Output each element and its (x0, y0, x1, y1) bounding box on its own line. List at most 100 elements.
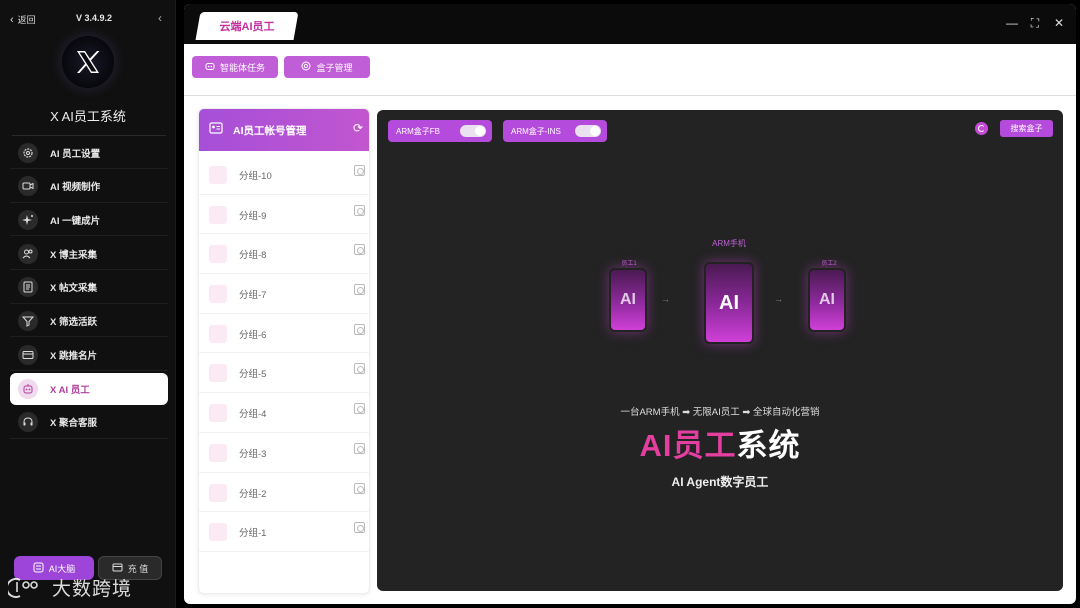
box-toggle-label: ARM盒子FB (396, 126, 440, 136)
group-settings-icon[interactable] (354, 244, 365, 256)
sidebar-item-ai-one-click[interactable]: AI 一键成片 (10, 204, 168, 237)
filter-icon (18, 310, 38, 331)
group-settings-icon[interactable] (354, 442, 365, 454)
divider (12, 135, 166, 136)
group-settings-icon[interactable] (354, 403, 365, 415)
group-settings-icon[interactable] (354, 204, 365, 216)
refresh-icon[interactable]: ⟳ (353, 121, 363, 135)
sidebar-item-label: AI 视频制作 (50, 182, 101, 194)
group-avatar (209, 364, 227, 383)
group-label: 分组-8 (239, 250, 267, 262)
group-settings-icon[interactable] (354, 284, 365, 296)
group-settings-icon[interactable] (354, 165, 365, 176)
group-panel: AI员工帐号管理 ⟳ 分组-10 分组-9 分组-8 分组-7 分组-6 分组-… (198, 108, 370, 594)
list-item[interactable]: 分组-5 (199, 353, 369, 394)
group-avatar (209, 166, 227, 184)
group-avatar (209, 443, 227, 462)
toggle-switch[interactable] (575, 125, 601, 137)
main-window: 云端AI员工 — ⛶ ✕ 智能体任务 盒子管理 AI员工帐号管理 ⟳ 分组-10… (184, 4, 1076, 604)
hero-subtitle: AI Agent数字员工 (671, 475, 769, 489)
phone-ai-text: AI (620, 291, 636, 308)
hero-title: AI员工系统 (377, 420, 1063, 465)
sidebar-item-x-ai-employee[interactable]: X AI 员工 (10, 372, 168, 405)
video-icon (18, 176, 38, 197)
group-label: 分组-9 (239, 210, 267, 222)
box-toggle-fb[interactable]: ARM盒子FB (388, 120, 492, 142)
list-item[interactable]: 分组-4 (199, 393, 369, 433)
box-icon (301, 61, 311, 73)
hero-title-highlight: AI员工 (639, 428, 737, 463)
group-avatar (209, 324, 227, 343)
sidebar-item-customer-service[interactable]: X 聚合客服 (10, 407, 168, 439)
sidebar-item-label: AI 一键成片 (50, 215, 101, 227)
sidebar-item-label: X 帖文采集 (50, 283, 97, 295)
phone-label-right: 员工2 (821, 261, 837, 267)
search-box-button[interactable]: 搜索盒子 (1000, 120, 1053, 137)
phone-ai-text: AI (719, 291, 739, 314)
box-manage-label: 盒子管理 (316, 62, 353, 73)
users-icon (18, 243, 38, 264)
group-settings-icon[interactable] (354, 482, 365, 494)
chevron-left-icon: ‹ (10, 13, 14, 26)
id-card-icon (209, 121, 223, 139)
minimize-icon[interactable]: — (1006, 16, 1018, 31)
headset-icon (18, 412, 38, 432)
robot-icon (205, 61, 215, 73)
list-item[interactable]: 分组-6 (199, 314, 369, 354)
group-avatar (209, 523, 227, 542)
group-settings-icon[interactable] (354, 363, 365, 375)
sidebar-item-label: AI 员工设置 (50, 148, 101, 160)
list-item[interactable]: 分组-10 (199, 155, 369, 195)
phone-right: AI (808, 268, 846, 332)
wallet-icon (112, 562, 123, 575)
toggle-switch[interactable] (460, 125, 486, 137)
group-panel-title: AI员工帐号管理 (233, 124, 307, 137)
group-settings-icon[interactable] (354, 323, 365, 335)
sidebar-menu: AI 员工设置 AI 视频制作 AI 一键成片 X 博主采集 X 帖文采集 X … (10, 137, 168, 440)
phone-ai-text: AI (819, 291, 835, 308)
collapse-sidebar-icon[interactable]: ‹ (158, 11, 162, 25)
sidebar-item-blogger-collect[interactable]: X 博主采集 (10, 238, 168, 271)
list-item[interactable]: 分组-7 (199, 274, 369, 314)
watermark: 大数跨境 (8, 574, 132, 601)
group-avatar (209, 404, 227, 423)
group-label: 分组-4 (239, 409, 267, 421)
close-icon[interactable]: ✕ (1054, 16, 1064, 31)
recharge-label: 充 值 (127, 563, 149, 574)
list-item[interactable]: 分组-2 (199, 473, 369, 513)
box-toggle-ins[interactable]: ARM盒子-INS (503, 120, 607, 142)
tab-cloud-ai-employee[interactable]: 云端AI员工 (198, 12, 296, 40)
box-toggle-label: ARM盒子-INS (511, 126, 561, 136)
group-label: 分组-1 (239, 528, 267, 540)
list-item[interactable]: 分组-3 (199, 433, 369, 473)
phone-label-left: 员工1 (621, 261, 637, 267)
agent-task-button[interactable]: 智能体任务 (192, 56, 278, 78)
phone-left: AI (609, 268, 647, 332)
group-label: 分组-5 (239, 369, 267, 381)
group-avatar (209, 245, 227, 264)
sidebar-item-jump-card[interactable]: X 跳推名片 (10, 339, 168, 372)
box-manage-button[interactable]: 盒子管理 (284, 56, 370, 78)
group-label: 分组-3 (239, 448, 267, 460)
list-item[interactable]: 分组-8 (199, 234, 369, 275)
window-controls: — ⛶ ✕ (1006, 16, 1064, 31)
sidebar-item-label: X 博主采集 (50, 249, 97, 261)
maximize-icon[interactable]: ⛶ (1030, 16, 1040, 31)
sidebar-item-ai-settings[interactable]: AI 员工设置 (10, 137, 168, 169)
group-list: 分组-10 分组-9 分组-8 分组-7 分组-6 分组-5 分组-4 分组-3… (199, 155, 369, 552)
sparkle-icon (18, 209, 38, 230)
sidebar-item-label: X 跳推名片 (50, 350, 97, 362)
sidebar-item-post-collect[interactable]: X 帖文采集 (10, 272, 168, 304)
back-button[interactable]: ‹ 返回 (10, 13, 36, 26)
sidebar-item-ai-video[interactable]: AI 视频制作 (10, 171, 168, 203)
sidebar-item-label: X 聚合客服 (50, 418, 97, 429)
list-item[interactable]: 分组-9 (199, 195, 369, 235)
sidebar-item-label: X 筛选活跃 (50, 316, 97, 328)
slogan: 一台ARM手机 ➡ 无限AI员工 ➡ 全球自动化营销 (620, 407, 820, 418)
group-settings-icon[interactable] (354, 522, 365, 534)
reload-icon[interactable] (975, 122, 988, 135)
list-item[interactable]: 分组-1 (199, 512, 369, 552)
group-avatar (209, 285, 227, 304)
watermark-text: 大数跨境 (52, 579, 133, 600)
sidebar-item-filter-active[interactable]: X 筛选活跃 (10, 305, 168, 338)
